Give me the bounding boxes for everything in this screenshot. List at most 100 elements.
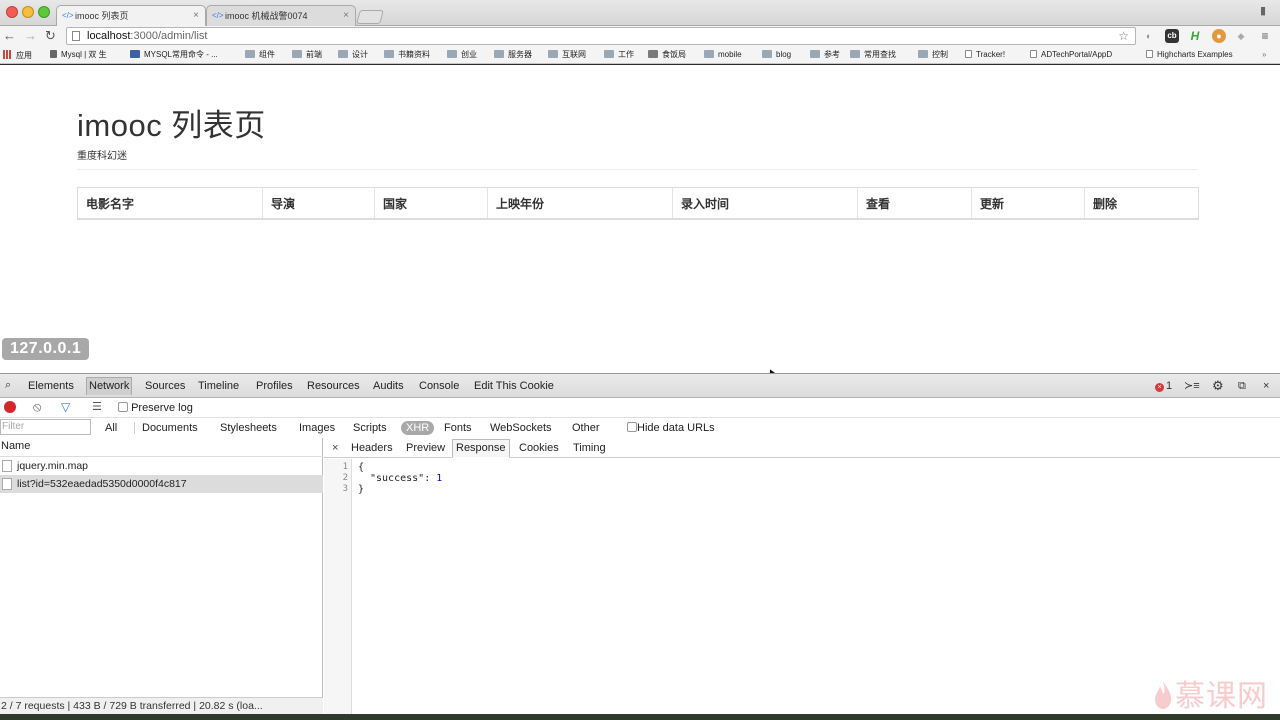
bookmark-folder[interactable]: 设计: [338, 50, 368, 60]
browser-tab-active[interactable]: </> imooc 列表页 ×: [56, 5, 206, 26]
bookmark-item[interactable]: 食饭局: [648, 50, 686, 60]
folder-icon: [447, 50, 457, 58]
tab-timing[interactable]: Timing: [573, 441, 606, 455]
bookmark-folder[interactable]: 服务器: [494, 50, 532, 60]
bookmark-label: Tracker!: [976, 50, 1006, 59]
zoom-window-button[interactable]: [38, 6, 50, 18]
menu-icon[interactable]: ≡: [1258, 29, 1272, 43]
bookmark-label: 工作: [618, 50, 634, 59]
bookmark-folder[interactable]: 前端: [292, 50, 322, 60]
type-filter-scripts[interactable]: Scripts: [353, 421, 387, 435]
bookmark-folder[interactable]: 工作: [604, 50, 634, 60]
table-header-cell: 国家: [374, 187, 488, 220]
view-toggle-icon[interactable]: ☰: [92, 399, 102, 415]
type-filter-stylesheets[interactable]: Stylesheets: [220, 421, 277, 435]
extension-cookie-icon[interactable]: ●: [1212, 29, 1226, 43]
request-detail: × Headers Preview Response Cookies Timin…: [324, 438, 1280, 715]
bookmark-item[interactable]: Mysql | 双 生: [50, 50, 107, 60]
bookmark-folder[interactable]: 书籍资料: [384, 50, 430, 60]
devtools-tab-network[interactable]: Network: [86, 377, 133, 395]
devtools-tab-resources[interactable]: Resources: [305, 379, 362, 393]
extension-cb-icon[interactable]: cb: [1165, 29, 1179, 43]
tab-cookies[interactable]: Cookies: [519, 441, 559, 455]
forward-icon[interactable]: →: [24, 27, 37, 45]
filter-icon[interactable]: ▽: [61, 399, 70, 415]
type-filter-documents[interactable]: Documents: [142, 421, 198, 435]
bookmark-folder[interactable]: 参考: [810, 50, 840, 60]
back-icon[interactable]: ←: [3, 27, 16, 45]
devtools-tab-profiles[interactable]: Profiles: [254, 379, 295, 393]
record-icon[interactable]: [4, 401, 16, 413]
devtools-tab-timeline[interactable]: Timeline: [196, 379, 241, 393]
bookmark-item[interactable]: Tracker!: [965, 50, 1005, 60]
bookmark-folder[interactable]: 组件: [245, 50, 275, 60]
table-header-cell: 删除: [1084, 187, 1199, 220]
table-header-cell: 录入时间: [672, 187, 858, 220]
filter-input[interactable]: Filter: [0, 419, 91, 435]
bookmark-folder[interactable]: 控制: [918, 50, 948, 60]
close-tab-icon[interactable]: ×: [343, 6, 349, 26]
bookmark-folder[interactable]: blog: [762, 50, 791, 60]
folder-icon: [850, 50, 860, 58]
bookmark-item[interactable]: Highcharts Examples: [1146, 50, 1233, 60]
profile-icon[interactable]: ▮: [1260, 4, 1274, 20]
type-filter-other[interactable]: Other: [572, 421, 600, 435]
minimize-window-button[interactable]: [22, 6, 34, 18]
clear-icon[interactable]: ⦸: [33, 400, 41, 414]
address-bar[interactable]: localhost:3000/admin/list ☆: [66, 27, 1136, 45]
preserve-log-checkbox[interactable]: [118, 402, 128, 412]
bookmark-folder[interactable]: 互联网: [548, 50, 586, 60]
bookmark-label: Mysql | 双 生: [61, 50, 107, 59]
reload-icon[interactable]: ↻: [45, 27, 56, 45]
devtools-tab-elements[interactable]: Elements: [26, 379, 76, 393]
type-filter-images[interactable]: Images: [299, 421, 335, 435]
url-path: :3000/admin/list: [130, 30, 208, 42]
tab-response[interactable]: Response: [452, 439, 510, 458]
new-tab-button[interactable]: [356, 10, 384, 24]
error-icon: ×: [1155, 383, 1164, 392]
hide-data-urls-checkbox[interactable]: [627, 422, 637, 432]
bookmark-label: 服务器: [508, 50, 532, 59]
error-counter[interactable]: × 1: [1155, 379, 1172, 393]
close-tab-icon[interactable]: ×: [193, 6, 199, 26]
browser-tab[interactable]: </> imooc 机械战警0074 ×: [206, 5, 356, 26]
extension-icon[interactable]: ◐: [1142, 29, 1156, 43]
bookmark-label: 常用查找: [864, 50, 896, 59]
extension-h-icon[interactable]: H: [1188, 29, 1202, 43]
tab-headers[interactable]: Headers: [351, 441, 393, 455]
type-filter-xhr[interactable]: XHR: [401, 421, 435, 435]
bookmark-item[interactable]: 应用: [3, 50, 32, 61]
console-drawer-icon[interactable]: ≻≡: [1184, 379, 1200, 393]
bookmark-item[interactable]: MYSQL常用命令 - ...: [130, 50, 218, 60]
bookmarks-overflow-icon[interactable]: »: [1262, 50, 1266, 60]
type-filter-all[interactable]: All: [105, 421, 117, 435]
inspect-search-icon[interactable]: ⌕: [5, 379, 11, 392]
name-column-header[interactable]: Name: [0, 438, 323, 457]
request-row-selected[interactable]: list?id=532eaedad5350d0000f4c817: [0, 475, 323, 493]
settings-gear-icon[interactable]: ⚙: [1212, 379, 1224, 393]
site-icon: [648, 50, 658, 58]
bookmark-star-icon[interactable]: ☆: [1118, 28, 1129, 44]
close-detail-icon[interactable]: ×: [332, 441, 338, 455]
error-count: 1: [1166, 380, 1173, 392]
bookmark-folder[interactable]: mobile: [704, 50, 742, 60]
bookmark-item[interactable]: ADTechPortal/AppD: [1030, 50, 1112, 60]
dock-icon[interactable]: ⧉: [1238, 379, 1246, 393]
devtools-tab-sources[interactable]: Sources: [143, 379, 187, 393]
bookmark-folder[interactable]: 创业: [447, 50, 477, 60]
bookmark-folder[interactable]: 常用查找: [850, 50, 896, 60]
devtools-tab-audits[interactable]: Audits: [371, 379, 406, 393]
type-filter-websockets[interactable]: WebSockets: [490, 421, 552, 435]
type-filter-fonts[interactable]: Fonts: [444, 421, 472, 435]
close-window-button[interactable]: [6, 6, 18, 18]
devtools-tab-edit-this-cookie[interactable]: Edit This Cookie: [472, 379, 556, 393]
close-devtools-icon[interactable]: ×: [1263, 379, 1269, 393]
request-row[interactable]: jquery.min.map: [0, 457, 323, 475]
tab-preview[interactable]: Preview: [406, 441, 445, 455]
devtools-tab-console[interactable]: Console: [417, 379, 461, 393]
divider: [77, 169, 1198, 170]
hide-data-urls-toggle[interactable]: Hide data URLs: [627, 421, 715, 435]
page-icon: [1146, 50, 1153, 58]
extension-icon[interactable]: ◆: [1234, 29, 1248, 43]
preserve-log-toggle[interactable]: Preserve log: [118, 401, 193, 415]
